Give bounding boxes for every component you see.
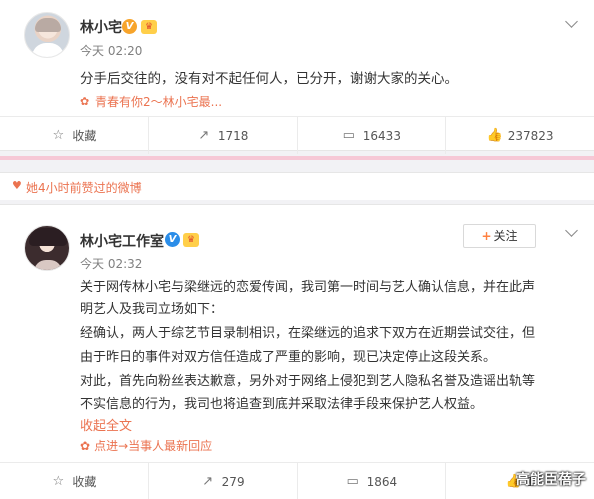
favorite-label: 收藏 bbox=[72, 129, 97, 143]
collapse-text-link[interactable]: 收起全文 bbox=[80, 415, 132, 434]
star-icon: ☆ bbox=[52, 127, 65, 143]
topic-link-label: 青春有你2～林小宅最... bbox=[95, 95, 223, 109]
favorite-button[interactable]: ☆ 收藏 bbox=[0, 117, 149, 154]
comment-button[interactable]: ▭ 16433 bbox=[298, 117, 447, 154]
heart-icon: ♥ bbox=[12, 179, 22, 192]
avatar[interactable] bbox=[24, 225, 70, 271]
favorite-label: 收藏 bbox=[72, 475, 97, 489]
hot-response-label: 点进→当事人最新回应 bbox=[94, 439, 213, 453]
action-bar: ☆ 收藏 ↗ 279 ▭ 1864 👍 1 bbox=[0, 462, 594, 499]
like-button[interactable]: 👍 237823 bbox=[446, 117, 594, 154]
post-time: 今天 02:32 bbox=[80, 257, 143, 271]
flower-icon: ✿ bbox=[80, 95, 90, 108]
comment-icon: ▭ bbox=[346, 473, 359, 489]
avatar[interactable] bbox=[24, 12, 70, 58]
post-text-line: 由于昨日的事件对双方信任造成了严重的影响，现已决定停止这段关系。 bbox=[80, 350, 497, 365]
post-card-1: 林小宅 V ♛ 今天 02:20 分手后交往的，没有对不起任何人，已分开，谢谢大… bbox=[0, 0, 594, 154]
post-text-line: 对此，首先向粉丝表达歉意，另外对于网络上侵犯到艺人隐私名誉及造谣出轨等 bbox=[80, 374, 536, 389]
liked-notice-text: 她4小时前赞过的微博 bbox=[26, 181, 142, 195]
star-icon: ☆ bbox=[52, 473, 65, 489]
verified-badge-icon: V bbox=[165, 232, 180, 247]
author-name[interactable]: 林小宅工作室 bbox=[80, 231, 164, 251]
follow-label: 关注 bbox=[493, 229, 518, 243]
comment-count: 1864 bbox=[366, 474, 398, 489]
comment-button[interactable]: ▭ 1864 bbox=[298, 463, 447, 499]
repost-button[interactable]: ↗ 279 bbox=[149, 463, 298, 499]
follow-button[interactable]: + 关注 bbox=[463, 224, 536, 248]
liked-notice: ♥ 她4小时前赞过的微博 bbox=[0, 172, 594, 200]
pink-divider bbox=[0, 156, 594, 160]
action-bar: ☆ 收藏 ↗ 1718 ▭ 16433 👍 237823 bbox=[0, 116, 594, 154]
post-text-line: 关于网传林小宅与梁继远的恋爱传闻，我司第一时间与艺人确认信息，并在此声 bbox=[80, 280, 536, 295]
repost-icon: ↗ bbox=[202, 473, 214, 489]
post-text-line: 经确认，两人于综艺节目录制相识，在梁继远的追求下双方在近期尝试交往，但 bbox=[80, 326, 536, 341]
thumbs-up-icon: 👍 bbox=[486, 127, 503, 143]
post-text-line: 明艺人及我司立场如下： bbox=[80, 302, 224, 317]
repost-icon: ↗ bbox=[198, 127, 210, 143]
post-time: 今天 02:20 bbox=[80, 44, 143, 58]
plus-icon: + bbox=[481, 229, 492, 243]
comment-count: 16433 bbox=[362, 128, 401, 143]
post-text-line: 不实信息的行为，我司也将追查到底并采取法律手段来保护艺人权益。 bbox=[80, 397, 484, 412]
flower-icon: ✿ bbox=[80, 438, 91, 453]
repost-count: 279 bbox=[221, 474, 245, 489]
post-text: 分手后交往的，没有对不起任何人，已分开，谢谢大家的关心。 bbox=[80, 71, 458, 87]
repost-count: 1718 bbox=[217, 128, 249, 143]
chevron-down-icon[interactable] bbox=[565, 15, 578, 28]
like-count: 237823 bbox=[507, 128, 554, 143]
watermark: 高能臣蓓子 bbox=[516, 472, 586, 488]
vip-crown-icon: ♛ bbox=[141, 20, 157, 34]
repost-button[interactable]: ↗ 1718 bbox=[149, 117, 298, 154]
author-name[interactable]: 林小宅 bbox=[80, 17, 122, 37]
vip-crown-icon: ♛ bbox=[183, 233, 199, 247]
hot-response-link[interactable]: ✿ 点进→当事人最新回应 bbox=[80, 437, 212, 454]
topic-link[interactable]: ✿ 青春有你2～林小宅最... bbox=[80, 93, 222, 110]
favorite-button[interactable]: ☆ 收藏 bbox=[0, 463, 149, 499]
comment-icon: ▭ bbox=[342, 127, 355, 143]
verified-badge-icon: V bbox=[122, 19, 137, 34]
